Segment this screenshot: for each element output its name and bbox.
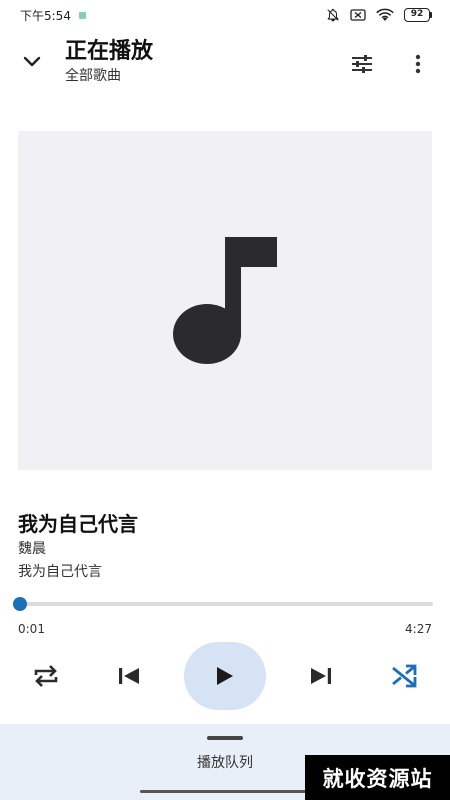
watermark: 就收资源站 (305, 755, 450, 800)
album-art (18, 131, 432, 470)
song-title: 我为自己代言 (18, 512, 138, 536)
wifi-icon (376, 8, 394, 21)
song-album: 我为自己代言 (18, 564, 102, 580)
skip-next-icon (311, 668, 331, 684)
status-left: 下午5:54 (20, 7, 86, 24)
page-subtitle: 全部歌曲 (65, 68, 121, 84)
more-vert-icon (415, 54, 421, 74)
bell-off-icon (327, 8, 339, 22)
equalizer-icon (352, 55, 372, 73)
seek-bar-thumb[interactable] (12, 597, 27, 611)
status-right: 92 (326, 8, 432, 22)
play-button[interactable] (184, 642, 266, 710)
collapse-button[interactable] (18, 48, 46, 76)
shuffle-button[interactable] (388, 660, 420, 692)
page-title: 正在播放 (65, 39, 154, 64)
sheet-drag-handle[interactable] (207, 736, 243, 740)
music-note-icon (173, 236, 277, 364)
more-options-button[interactable] (404, 50, 432, 78)
skip-previous-icon (119, 668, 139, 684)
previous-button[interactable] (114, 660, 144, 692)
shuffle-icon (392, 664, 417, 688)
play-icon (217, 667, 233, 685)
battery-icon: 92 (404, 8, 432, 22)
repeat-button[interactable] (30, 660, 62, 692)
song-artist: 魏晨 (18, 541, 46, 557)
sim-none-icon (350, 9, 366, 21)
seek-bar[interactable] (12, 597, 433, 611)
header-text: 正在播放 全部歌曲 (65, 38, 153, 86)
chevron-down-icon (23, 56, 41, 67)
repeat-icon (34, 665, 58, 687)
watermark-text: 就收资源站 (322, 766, 433, 791)
battery-level: 92 (404, 8, 430, 22)
home-indicator[interactable] (140, 790, 310, 793)
notification-icon (78, 11, 86, 19)
status-bar: 下午5:54 92 (0, 0, 450, 30)
status-time: 下午5:54 (20, 8, 71, 23)
next-button[interactable] (306, 660, 336, 692)
current-time: 0:01 (18, 622, 45, 636)
header: 正在播放 全部歌曲 (0, 34, 450, 92)
equalizer-button[interactable] (348, 50, 376, 78)
total-time: 4:27 (405, 622, 432, 636)
